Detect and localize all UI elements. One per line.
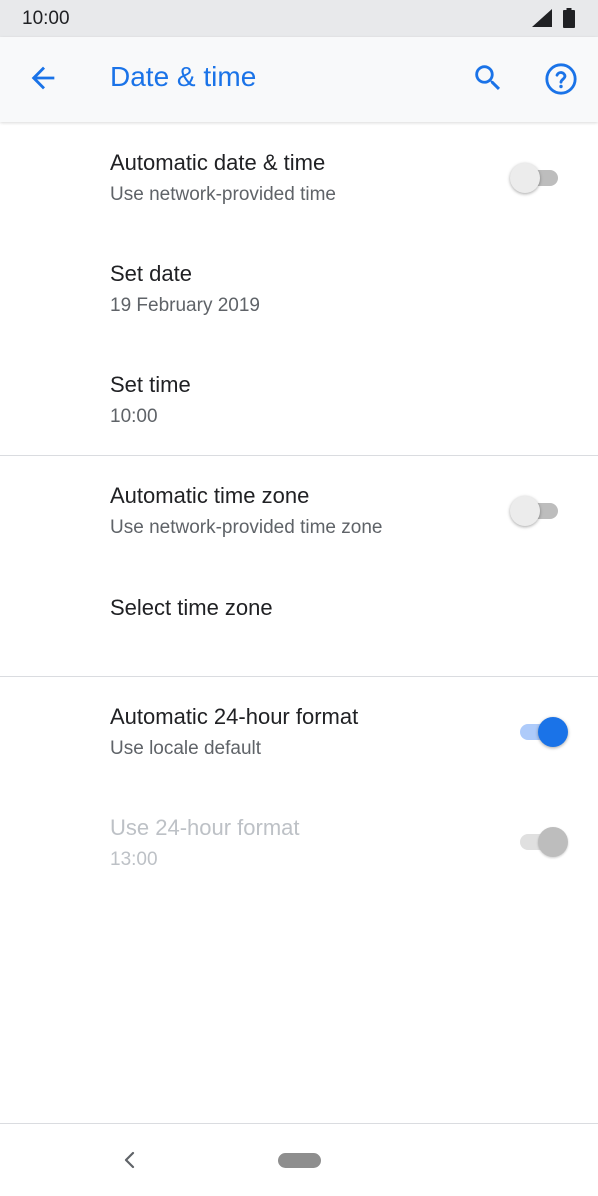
setting-subtitle: Use network-provided time zone xyxy=(110,517,383,538)
home-pill[interactable] xyxy=(278,1153,321,1168)
page-title: Date & time xyxy=(110,61,257,92)
setting-title: Set time xyxy=(110,372,191,397)
help-icon[interactable] xyxy=(544,62,578,96)
setting-subtitle: Use network-provided time xyxy=(110,184,336,205)
setting-title: Use 24-hour format xyxy=(110,815,300,840)
setting-value: 19 February 2019 xyxy=(110,295,260,316)
setting-title: Automatic date & time xyxy=(110,150,326,175)
status-time: 10:00 xyxy=(22,8,70,29)
setting-title: Set date xyxy=(110,261,192,286)
toggle-thumb xyxy=(538,717,568,747)
setting-subtitle: Use locale default xyxy=(110,738,262,759)
setting-subtitle: 13:00 xyxy=(110,849,158,870)
search-icon[interactable] xyxy=(471,61,505,95)
setting-automatic-24-hour-format[interactable]: Automatic 24-hour format Use locale defa… xyxy=(0,684,598,784)
setting-automatic-time-zone[interactable]: Automatic time zone Use network-provided… xyxy=(0,463,598,563)
setting-automatic-date-time[interactable]: Automatic date & time Use network-provid… xyxy=(0,130,598,230)
signal-icon xyxy=(532,9,552,27)
status-bar: 10:00 xyxy=(0,0,598,37)
setting-select-time-zone[interactable]: Select time zone xyxy=(0,570,598,670)
setting-title: Automatic time zone xyxy=(110,483,310,508)
use-24-hour-toggle xyxy=(510,825,570,859)
toggle-thumb xyxy=(510,163,540,193)
setting-title: Select time zone xyxy=(110,595,273,620)
navigation-bar xyxy=(0,1123,598,1196)
section-divider xyxy=(0,455,598,456)
automatic-24-hour-toggle[interactable] xyxy=(510,715,570,749)
setting-use-24-hour-format: Use 24-hour format 13:00 xyxy=(0,795,598,895)
toggle-thumb xyxy=(538,827,568,857)
section-divider xyxy=(0,676,598,677)
setting-title: Automatic 24-hour format xyxy=(110,704,359,729)
setting-set-date[interactable]: Set date 19 February 2019 xyxy=(0,241,598,341)
nav-back-icon[interactable] xyxy=(118,1148,142,1172)
back-arrow-icon[interactable] xyxy=(26,61,60,95)
toggle-thumb xyxy=(510,496,540,526)
battery-icon xyxy=(563,8,575,28)
automatic-time-zone-toggle[interactable] xyxy=(510,494,570,528)
automatic-date-time-toggle[interactable] xyxy=(510,161,570,195)
app-bar: Date & time xyxy=(0,37,598,122)
setting-set-time[interactable]: Set time 10:00 xyxy=(0,352,598,452)
setting-value: 10:00 xyxy=(110,406,158,427)
